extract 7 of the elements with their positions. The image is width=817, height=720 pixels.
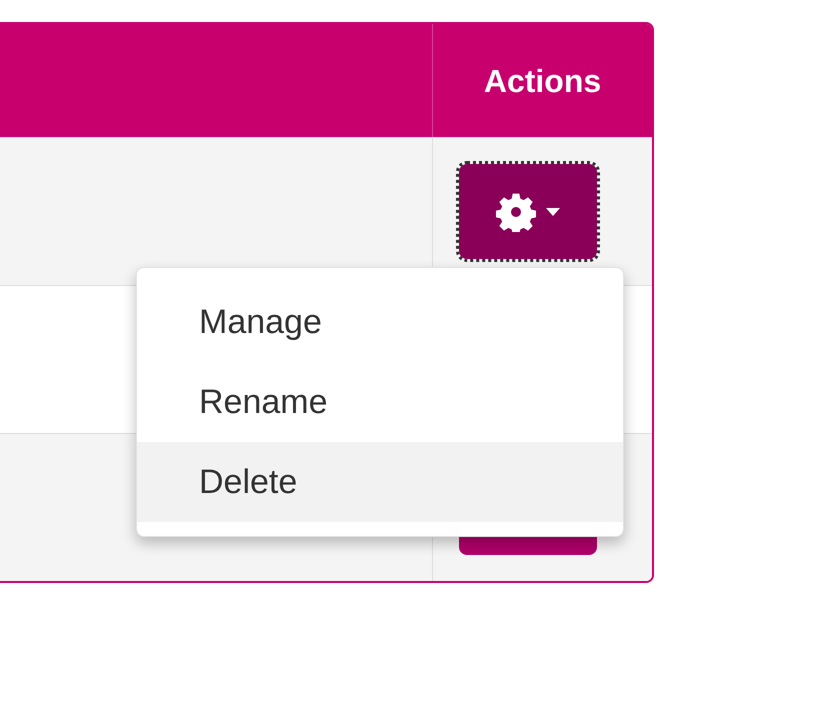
settings-icon bbox=[496, 192, 536, 232]
menu-item[interactable]: Manage bbox=[137, 282, 623, 362]
column-header: Actions bbox=[484, 62, 602, 100]
menu-item[interactable]: Rename bbox=[137, 362, 623, 442]
caret-icon bbox=[546, 208, 560, 216]
menu-item[interactable]: Delete bbox=[137, 442, 623, 522]
settings-dropdown-button[interactable] bbox=[459, 164, 597, 259]
